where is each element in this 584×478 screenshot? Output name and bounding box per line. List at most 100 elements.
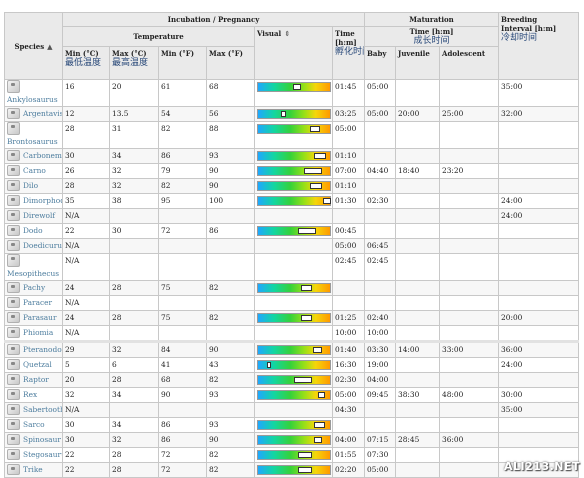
species-entry[interactable]: Stegosaurus — [7, 449, 62, 462]
species-cell: Quetzal — [4, 357, 63, 373]
species-entry[interactable]: Rex — [7, 389, 60, 402]
temperature-bar — [257, 181, 331, 191]
dino-thumbnail-icon — [7, 80, 20, 93]
species-entry[interactable]: Pteranodon — [7, 344, 62, 357]
species-entry[interactable]: Doedicurus — [7, 240, 62, 253]
species-link[interactable]: Sabertooth — [23, 404, 62, 417]
time-header[interactable]: Time [h:m] 孵化时间 — [331, 26, 366, 80]
species-link[interactable]: Rex — [23, 389, 37, 402]
species-entry[interactable]: Paracer — [7, 297, 60, 310]
species-entry[interactable]: Argentavis — [7, 108, 62, 121]
max-c-cell: 6 — [109, 357, 159, 373]
table-row: Dodo 22 30 72 86 00:45 — [4, 223, 580, 239]
sort-icon[interactable]: ⇕ — [284, 29, 290, 38]
breeding-interval-cell: 24:00 — [498, 208, 580, 224]
max-c-header[interactable]: Max (°C) 最高温度 — [109, 46, 159, 80]
dino-thumbnail-icon — [7, 419, 20, 430]
species-link[interactable]: Trike — [23, 464, 43, 477]
visual-cell — [254, 121, 333, 149]
visual-cell — [254, 340, 333, 358]
species-entry[interactable]: Dilo — [7, 180, 60, 193]
breeding-interval-cell — [498, 253, 580, 281]
species-link[interactable]: Quetzal — [23, 359, 52, 372]
max-f-cell — [206, 208, 255, 224]
min-f-header[interactable]: Min (°F) — [158, 46, 207, 80]
table-row: Ankylosaurus 16 20 61 68 01:45 05:00 35:00 — [4, 79, 580, 107]
species-link[interactable]: Dimorphodon — [23, 195, 62, 208]
species-entry[interactable]: Phiomia — [7, 327, 60, 340]
species-link[interactable]: Phiomia — [23, 327, 53, 340]
max-f-header[interactable]: Max (°F) — [206, 46, 255, 80]
species-entry[interactable]: Parasaur — [7, 312, 60, 325]
species-link[interactable]: Carno — [23, 165, 46, 178]
juvenile-header[interactable]: Juvenile — [395, 46, 441, 80]
species-entry[interactable]: Mesopithecus — [7, 254, 60, 280]
species-entry[interactable]: Spinosaur — [7, 434, 61, 447]
species-link[interactable]: Mesopithecus — [7, 267, 59, 280]
species-entry[interactable]: Ankylosaurus — [7, 80, 60, 106]
species-entry[interactable]: Carno — [7, 165, 60, 178]
max-f-cell — [206, 402, 255, 418]
species-link[interactable]: Dilo — [23, 180, 38, 193]
species-link[interactable]: Ankylosaurus — [7, 93, 58, 106]
species-entry[interactable]: Raptor — [7, 374, 60, 387]
min-temp-annotation: 最低温度 — [65, 58, 102, 68]
species-link[interactable]: Spinosaur — [23, 434, 61, 447]
species-link[interactable]: Direwolf — [23, 210, 55, 223]
species-link[interactable]: Stegosaurus — [23, 449, 62, 462]
species-header[interactable]: Species ▲ — [4, 12, 63, 80]
juvenile-cell: 20:00 — [395, 106, 441, 122]
species-entry[interactable]: Trike — [7, 464, 60, 477]
max-c-cell: 28 — [109, 372, 159, 388]
min-c-cell: N/A — [62, 238, 110, 254]
incubation-time-cell: 01:55 — [331, 447, 366, 463]
species-entry[interactable]: Brontosaurus — [7, 122, 60, 148]
visual-cell — [254, 310, 333, 326]
visual-header[interactable]: Visual ⇕ — [254, 26, 333, 80]
baby-cell: 03:30 — [364, 340, 397, 358]
species-entry[interactable]: Carbonemys — [7, 150, 62, 163]
species-cell: Phiomia — [4, 325, 63, 342]
species-link[interactable]: Paracer — [23, 297, 52, 310]
species-link[interactable]: Argentavis — [23, 108, 62, 121]
species-entry[interactable]: Quetzal — [7, 359, 60, 372]
species-entry[interactable]: Sabertooth — [7, 404, 62, 417]
incubation-time-cell: 01:10 — [331, 178, 366, 194]
breeding-interval-cell: 35:00 — [498, 402, 580, 418]
breeding-header[interactable]: Breeding Interval [h:m] 冷却时间 — [498, 12, 580, 80]
species-entry[interactable]: Dimorphodon — [7, 195, 62, 208]
min-c-cell: N/A — [62, 208, 110, 224]
min-c-cell: 29 — [62, 340, 110, 358]
baby-cell: 05:00 — [364, 462, 397, 478]
species-link[interactable]: Brontosaurus — [7, 135, 58, 148]
baby-cell: 06:45 — [364, 238, 397, 254]
min-f-cell: 75 — [158, 310, 207, 326]
species-link[interactable]: Parasaur — [23, 312, 56, 325]
max-f-cell: 56 — [206, 106, 255, 122]
species-link[interactable]: Carbonemys — [23, 150, 62, 163]
species-entry[interactable]: Dodo — [7, 225, 60, 238]
min-f-cell: 95 — [158, 193, 207, 209]
table-row: Brontosaurus 28 31 82 88 05:00 — [4, 121, 580, 149]
species-link[interactable]: Pteranodon — [23, 345, 62, 357]
min-c-header[interactable]: Min (°C) 最低温度 — [62, 46, 110, 80]
species-entry[interactable]: Sarco — [7, 419, 60, 432]
species-cell: Parasaur — [4, 310, 63, 326]
temperature-bar — [257, 345, 331, 355]
species-entry[interactable]: Pachy — [7, 282, 60, 295]
adolescent-header[interactable]: Adolescent — [439, 46, 500, 80]
sort-arrow-icon[interactable]: ▲ — [47, 42, 52, 51]
min-c-cell: 22 — [62, 447, 110, 463]
adolescent-cell: 25:00 — [439, 106, 500, 122]
breeding-interval-cell — [498, 223, 580, 239]
species-link[interactable]: Pachy — [23, 282, 45, 295]
species-link[interactable]: Dodo — [23, 225, 43, 238]
adolescent-cell — [439, 178, 500, 194]
species-link[interactable]: Sarco — [23, 419, 45, 432]
min-f-cell: 75 — [158, 280, 207, 296]
baby-header[interactable]: Baby — [364, 46, 397, 80]
species-link[interactable]: Doedicurus — [23, 240, 62, 253]
max-f-cell — [206, 295, 255, 311]
species-link[interactable]: Raptor — [23, 374, 49, 387]
species-entry[interactable]: Direwolf — [7, 210, 60, 223]
